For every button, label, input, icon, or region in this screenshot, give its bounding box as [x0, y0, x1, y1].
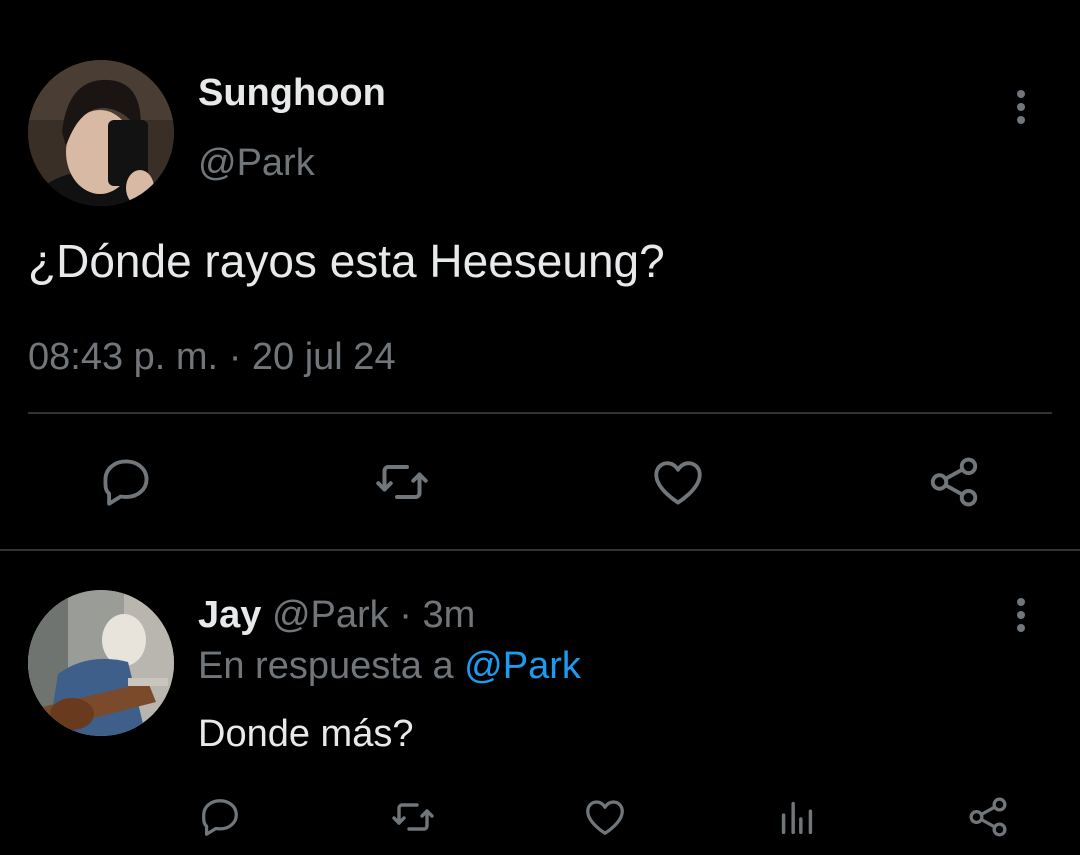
reply-separator: ·: [399, 594, 412, 636]
divider: [28, 412, 1052, 414]
share-button[interactable]: [924, 452, 984, 512]
reply-icon: [202, 799, 238, 836]
reply-text: Donde más?: [198, 713, 414, 755]
bar-chart-icon: [781, 801, 813, 835]
more-options-icon[interactable]: [1006, 88, 1036, 128]
reply-like-button[interactable]: [580, 792, 630, 842]
like-button[interactable]: [648, 452, 708, 512]
retweet-icon: [376, 465, 428, 499]
reply-reply-button[interactable]: [195, 792, 245, 842]
reply-context: En respuesta a @Park: [198, 645, 581, 688]
reply-context-prefix: En respuesta a: [198, 645, 454, 687]
tweet-date: 20 jul 24: [251, 336, 396, 378]
heart-icon: [654, 461, 702, 505]
tweet-timestamp[interactable]: 08:43 p. m. · 20 jul 24: [28, 336, 396, 379]
author-handle[interactable]: @Park: [198, 142, 315, 185]
reply-more-options-icon[interactable]: [1006, 596, 1036, 636]
author-avatar[interactable]: [28, 60, 174, 206]
retweet-button[interactable]: [372, 452, 432, 512]
reply-author-avatar[interactable]: [28, 590, 174, 736]
share-icon: [930, 457, 978, 507]
reply-header: Jay @Park · 3m: [198, 594, 475, 637]
share-icon: [969, 797, 1007, 837]
author-name[interactable]: Sunghoon: [198, 72, 386, 115]
tweet-text: ¿Dónde rayos esta Heeseung?: [28, 235, 665, 287]
reply-analytics-button[interactable]: [772, 792, 822, 842]
reply-context-mention[interactable]: @Park: [464, 645, 581, 687]
reply-share-button[interactable]: [963, 792, 1013, 842]
reply-icon: [103, 459, 149, 506]
reply-author-handle[interactable]: @Park: [272, 594, 389, 636]
tweet-time: 08:43 p. m.: [28, 336, 219, 378]
divider: [0, 549, 1080, 551]
reply-time[interactable]: 3m: [422, 594, 475, 636]
reply-button[interactable]: [96, 452, 156, 512]
reply-retweet-button[interactable]: [388, 792, 438, 842]
retweet-icon: [392, 803, 434, 831]
reply-author-name[interactable]: Jay: [198, 594, 261, 636]
tweet-meta-separator: ·: [228, 336, 242, 378]
heart-icon: [586, 800, 624, 835]
